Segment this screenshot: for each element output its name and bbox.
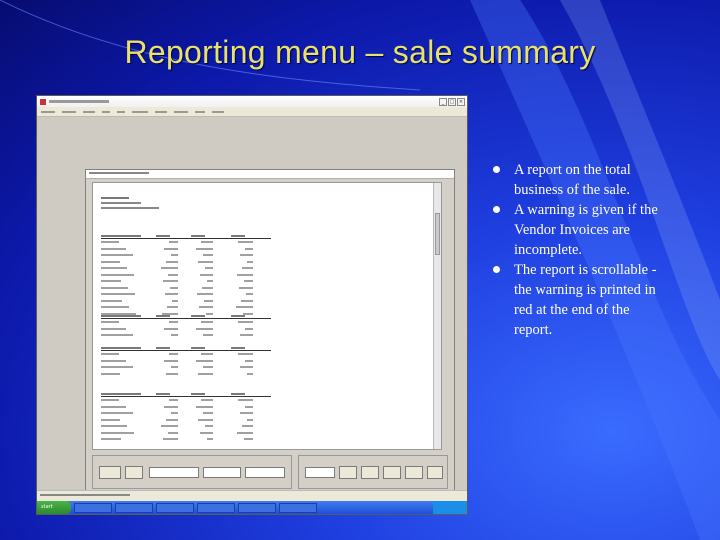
slide-title: Reporting menu – sale summary <box>124 34 596 70</box>
report-row <box>101 371 271 378</box>
dialog-title-bar <box>86 170 454 179</box>
bullet-dot-icon <box>493 266 500 273</box>
bullet-dot-icon <box>493 166 500 173</box>
report-table <box>101 313 271 339</box>
report-scrollbar[interactable] <box>433 183 441 449</box>
application-window-screenshot: _ □ × start <box>36 95 468 515</box>
report-view <box>92 182 442 450</box>
print-button[interactable] <box>99 466 121 479</box>
window-title-text <box>49 100 109 103</box>
window-title-bar: _ □ × <box>37 96 467 107</box>
bullet-text: A warning is given if the Vendor Invoice… <box>514 202 658 258</box>
report-table <box>101 345 271 377</box>
bullet-text: A report on the total business of the sa… <box>514 162 631 198</box>
bullet-dot-icon <box>493 206 500 213</box>
maximize-icon: □ <box>448 97 456 106</box>
nav-button-4[interactable] <box>405 466 423 479</box>
start-button[interactable]: start <box>37 501 71 514</box>
nav-button-1[interactable] <box>339 466 357 479</box>
scroll-thumb[interactable] <box>435 213 440 255</box>
taskbar-item[interactable] <box>279 502 317 513</box>
minimize-icon: _ <box>439 97 447 106</box>
status-bar <box>37 490 467 501</box>
report-header <box>101 197 159 209</box>
bullet-item: A warning is given if the Vendor Invoice… <box>493 200 663 260</box>
taskbar: start <box>37 501 467 514</box>
navigation-field[interactable] <box>305 467 335 478</box>
nav-button-3[interactable] <box>383 466 401 479</box>
taskbar-item[interactable] <box>197 502 235 513</box>
nav-button-2[interactable] <box>361 466 379 479</box>
workspace <box>37 117 467 493</box>
close-icon: × <box>457 97 465 106</box>
taskbar-item[interactable] <box>74 502 112 513</box>
ok-button[interactable] <box>125 466 143 479</box>
bullet-list: A report on the total business of the sa… <box>493 160 663 340</box>
report-row <box>101 332 271 339</box>
report-dialog <box>85 169 455 493</box>
navigation-panel <box>298 455 448 489</box>
report-row <box>101 436 271 443</box>
option-field[interactable] <box>245 467 285 478</box>
nav-button-5[interactable] <box>427 466 443 479</box>
report-table <box>101 391 271 443</box>
bullet-item: The report is scrollable - the warning i… <box>493 260 663 340</box>
action-panel <box>92 455 292 489</box>
app-icon <box>40 98 46 105</box>
menu-bar <box>37 107 467 117</box>
taskbar-item[interactable] <box>238 502 276 513</box>
taskbar-item[interactable] <box>115 502 153 513</box>
taskbar-item[interactable] <box>156 502 194 513</box>
report-select[interactable] <box>149 467 199 478</box>
bullet-text: The report is scrollable - the warning i… <box>514 262 657 338</box>
system-tray <box>433 501 467 514</box>
report-table <box>101 233 271 317</box>
option-select[interactable] <box>203 467 241 478</box>
bullet-item: A report on the total business of the sa… <box>493 160 663 200</box>
